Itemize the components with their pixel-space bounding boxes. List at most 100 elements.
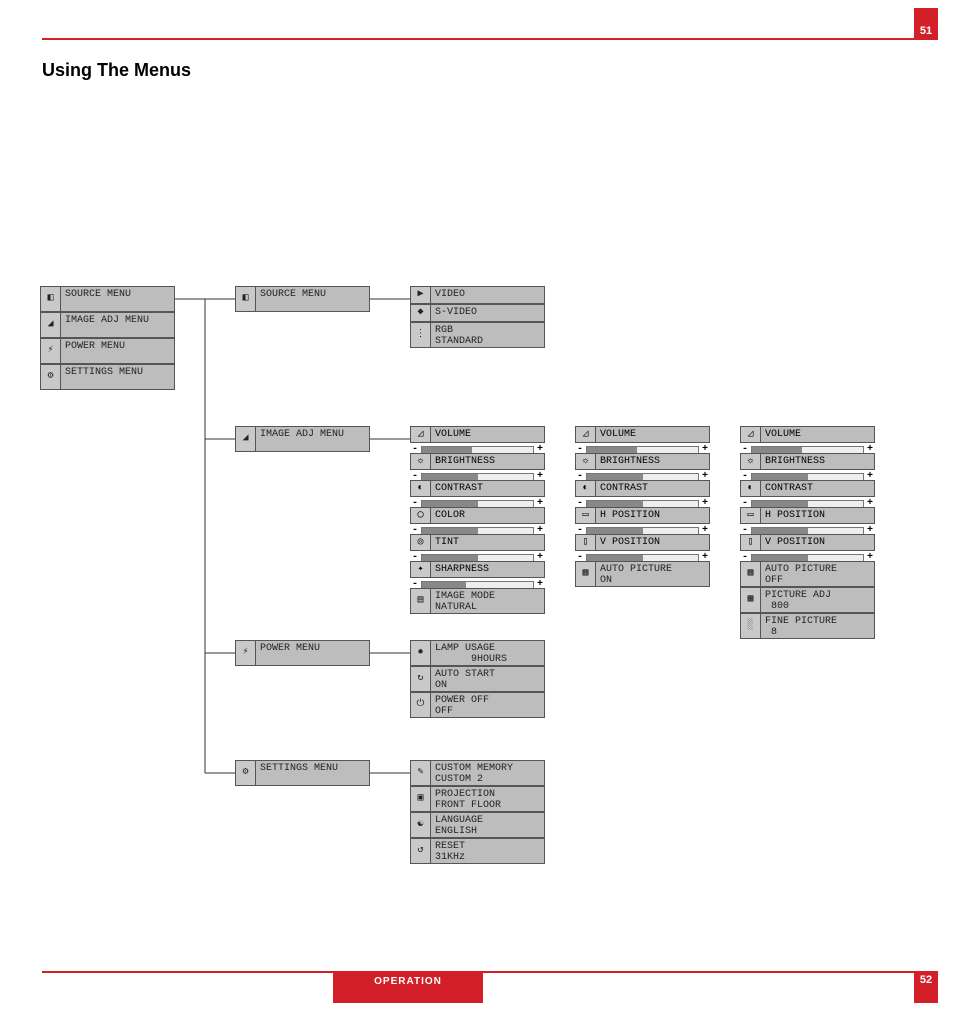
bright-icon: ☼ — [576, 454, 596, 469]
lamp-icon: ✹ — [411, 641, 431, 665]
image-c-extra-1[interactable]: ▩PICTURE ADJ 800 — [740, 587, 875, 613]
poff-icon: ⏻ — [411, 693, 431, 717]
image-a-slider-3[interactable]: ◯COLOR-+ — [410, 507, 545, 537]
root-item-3-label: SETTINGS MENU — [61, 365, 174, 389]
image-a-slider-5[interactable]: ✦SHARPNESS-+ — [410, 561, 545, 591]
settings-option-3[interactable]: ↺RESET 31KHz — [410, 838, 545, 864]
power-option-2-label: POWER OFF OFF — [431, 693, 544, 717]
reset-icon: ↺ — [411, 839, 431, 863]
root-item-0[interactable]: ◧SOURCE MENU — [40, 286, 175, 312]
image-b-slider-3[interactable]: ▭H POSITION-+ — [575, 507, 710, 537]
vpos-icon: ▯ — [576, 535, 596, 550]
image-b-slider-1-fill — [587, 474, 643, 480]
contrast-icon: ◐ — [576, 481, 596, 496]
source-icon: ◧ — [41, 287, 61, 311]
padj-icon: ▩ — [741, 588, 761, 612]
power-icon: ⚡ — [236, 641, 256, 665]
image-c-extra-0[interactable]: ▦AUTO PICTURE OFF — [740, 561, 875, 587]
hpos-icon: ▭ — [576, 508, 596, 523]
bright-icon: ☼ — [411, 454, 431, 469]
power-menu-header-label: POWER MENU — [256, 641, 369, 665]
image-c-slider-2[interactable]: ◐CONTRAST-+ — [740, 480, 875, 510]
image-b-slider-4[interactable]: ▯V POSITION-+ — [575, 534, 710, 564]
settings-menu-header-label: SETTINGS MENU — [256, 761, 369, 785]
image-a-slider-1[interactable]: ☼BRIGHTNESS-+ — [410, 453, 545, 483]
settings-option-0[interactable]: ✎CUSTOM MEMORY CUSTOM 2 — [410, 760, 545, 786]
image-a-slider-5-fill — [422, 582, 466, 588]
power-option-0[interactable]: ✹LAMP USAGE 9HOURS — [410, 640, 545, 666]
settings-icon: ⚙ — [236, 761, 256, 785]
menu-diagram: ◧ SOURCE MENU ◢ IMAGE ADJ MENU ⚡ POWER M… — [40, 286, 920, 886]
source-icon: ◧ — [236, 287, 256, 311]
contrast-icon: ◐ — [411, 481, 431, 496]
volume-icon: ◿ — [411, 427, 431, 442]
image-a-slider-2-fill — [422, 501, 478, 507]
image-b-slider-2-fill — [587, 501, 643, 507]
astart-icon: ↻ — [411, 667, 431, 691]
image-a-slider-2-label: CONTRAST — [431, 481, 544, 496]
mem-icon: ✎ — [411, 761, 431, 785]
source-option-0[interactable]: ▶VIDEO — [410, 286, 545, 304]
image-a-mode-label: IMAGE MODE NATURAL — [431, 589, 544, 613]
settings-menu-header[interactable]: ⚙ SETTINGS MENU — [235, 760, 370, 786]
image-a-slider-0[interactable]: ◿VOLUME-+ — [410, 426, 545, 456]
image-c-slider-1-label: BRIGHTNESS — [761, 454, 874, 469]
image-menu-header[interactable]: ◢ IMAGE ADJ MENU — [235, 426, 370, 452]
source-option-1[interactable]: ◆S-VIDEO — [410, 304, 545, 322]
root-item-2[interactable]: ⚡POWER MENU — [40, 338, 175, 364]
image-c-slider-0-label: VOLUME — [761, 427, 874, 442]
source-option-0-label: VIDEO — [431, 287, 544, 303]
source-menu-header[interactable]: ◧ SOURCE MENU — [235, 286, 370, 312]
image-b-slider-3-fill — [587, 528, 643, 534]
image-b-slider-0-fill — [587, 447, 637, 453]
power-option-2[interactable]: ⏻POWER OFF OFF — [410, 692, 545, 718]
image-c-extra-0-label: AUTO PICTURE OFF — [761, 562, 874, 586]
image-c-slider-4[interactable]: ▯V POSITION-+ — [740, 534, 875, 564]
proj-icon: ▣ — [411, 787, 431, 811]
power-icon: ⚡ — [41, 339, 61, 363]
image-b-slider-0-label: VOLUME — [596, 427, 709, 442]
image-a-slider-3-label: COLOR — [431, 508, 544, 523]
root-item-0-label: SOURCE MENU — [61, 287, 174, 311]
image-b-slider-2-label: CONTRAST — [596, 481, 709, 496]
image-c-extra-1-label: PICTURE ADJ 800 — [761, 588, 874, 612]
image-a-slider-2[interactable]: ◐CONTRAST-+ — [410, 480, 545, 510]
tint-icon: ◎ — [411, 535, 431, 550]
power-menu-header[interactable]: ⚡ POWER MENU — [235, 640, 370, 666]
power-option-1[interactable]: ↻AUTO START ON — [410, 666, 545, 692]
power-option-0-label: LAMP USAGE 9HOURS — [431, 641, 544, 665]
image-c-extra-2[interactable]: ░FINE PICTURE 8 — [740, 613, 875, 639]
image-a-slider-5-label: SHARPNESS — [431, 562, 544, 577]
image-b-slider-1[interactable]: ☼BRIGHTNESS-+ — [575, 453, 710, 483]
section-label: OPERATION — [333, 971, 483, 1003]
image-c-slider-0-fill — [752, 447, 802, 453]
image-b-auto-label: AUTO PICTURE ON — [596, 562, 709, 586]
power-option-1-label: AUTO START ON — [431, 667, 544, 691]
image-a-slider-4[interactable]: ◎TINT-+ — [410, 534, 545, 564]
settings-option-2[interactable]: ☯LANGUAGE ENGLISH — [410, 812, 545, 838]
image-b-slider-4-label: V POSITION — [596, 535, 709, 550]
image-c-slider-0[interactable]: ◿VOLUME-+ — [740, 426, 875, 456]
mode-icon: ▤ — [411, 589, 431, 613]
image-a-mode[interactable]: ▤IMAGE MODE NATURAL — [410, 588, 545, 614]
image-b-slider-0[interactable]: ◿VOLUME-+ — [575, 426, 710, 456]
image-c-slider-1[interactable]: ☼BRIGHTNESS-+ — [740, 453, 875, 483]
image-icon: ◢ — [236, 427, 256, 451]
image-icon: ◢ — [41, 313, 61, 337]
root-item-1[interactable]: ◢IMAGE ADJ MENU — [40, 312, 175, 338]
image-b-auto[interactable]: ▦AUTO PICTURE ON — [575, 561, 710, 587]
svideo-icon: ◆ — [411, 305, 431, 321]
image-a-slider-1-label: BRIGHTNESS — [431, 454, 544, 469]
settings-icon: ⚙ — [41, 365, 61, 389]
image-c-slider-3[interactable]: ▭H POSITION-+ — [740, 507, 875, 537]
image-a-slider-1-fill — [422, 474, 478, 480]
image-b-slider-3-label: H POSITION — [596, 508, 709, 523]
image-b-slider-2[interactable]: ◐CONTRAST-+ — [575, 480, 710, 510]
source-option-2-label: RGB STANDARD — [431, 323, 544, 347]
source-option-2[interactable]: ⋮RGB STANDARD — [410, 322, 545, 348]
image-a-slider-3-fill — [422, 528, 478, 534]
root-item-3[interactable]: ⚙SETTINGS MENU — [40, 364, 175, 390]
image-c-slider-3-label: H POSITION — [761, 508, 874, 523]
video-icon: ▶ — [411, 287, 431, 303]
settings-option-1[interactable]: ▣PROJECTION FRONT FLOOR — [410, 786, 545, 812]
